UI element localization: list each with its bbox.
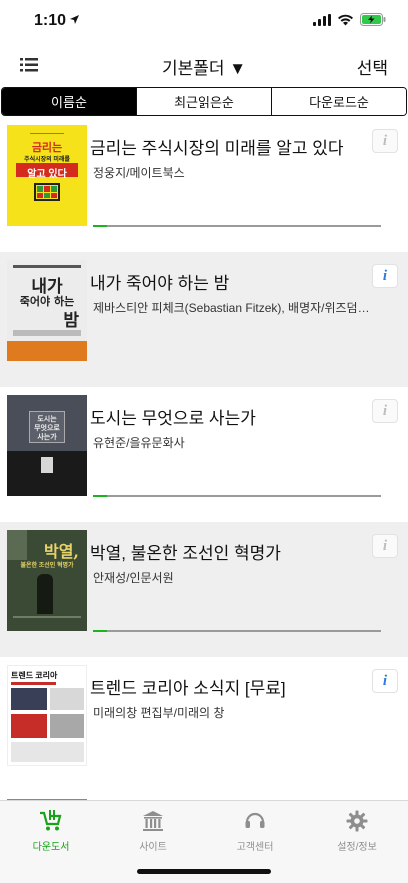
book-list-item[interactable]: 트렌드 코리아 트렌드 코리아 소식지 [무료] 미래의창 편집부/미래의 창 … — [0, 657, 408, 792]
home-indicator — [137, 869, 271, 874]
status-time: 1:10 — [34, 12, 67, 29]
tab-site[interactable]: 사이트 — [102, 809, 204, 853]
book-title: 박열, 불온한 조선인 혁명가 — [90, 544, 281, 563]
tab-downloaded-books[interactable]: 다운도서 — [0, 809, 102, 853]
reading-progress-bar — [93, 630, 381, 632]
book-cover: 트렌드 코리아 — [7, 665, 87, 766]
wifi-icon — [338, 14, 353, 25]
headset-icon — [245, 812, 265, 828]
book-list-item[interactable]: 박열, 불온한 조선인 혁명가 박열, 불온한 조선인 혁명가 안재성/인문서원… — [0, 522, 408, 657]
info-icon[interactable]: i — [372, 264, 398, 288]
info-icon[interactable]: i — [372, 129, 398, 153]
tab-label: 다운도서 — [32, 842, 70, 853]
book-cover: 도시는 무엇으로 사는가 — [7, 395, 87, 496]
book-author: 유현준/을유문화사 — [93, 436, 185, 450]
tab-label: 사이트 — [139, 842, 167, 853]
cellular-signal-icon — [313, 13, 331, 26]
book-author: 정웅지/메이트북스 — [93, 166, 185, 180]
status-icons — [313, 13, 386, 26]
tab-customer-center[interactable]: 고객센터 — [204, 809, 306, 853]
book-author: 제바스티안 피체크(Sebastian Fitzek), 배명자/위즈덤하우스 — [93, 301, 378, 315]
reading-progress-bar — [93, 225, 381, 227]
book-title: 내가 죽어야 하는 밤 — [90, 274, 230, 293]
bank-building-icon — [143, 811, 163, 831]
book-author: 안재성/인문서원 — [93, 571, 174, 585]
select-button[interactable]: 선택 — [357, 54, 388, 79]
sort-tab-download[interactable]: 다운로드순 — [272, 88, 406, 115]
info-icon[interactable]: i — [372, 534, 398, 558]
sort-tab-name[interactable]: 이름순 — [2, 88, 137, 115]
book-cover: 내가 죽어야 하는 밤 — [7, 260, 87, 361]
book-cover: ━━━━━━━━━━━━━━ 금리는 주식시장의 미래를 알고 있다 — [7, 125, 87, 226]
folder-dropdown[interactable]: 기본폴더 ▼ — [0, 54, 408, 79]
tab-settings[interactable]: 설정/정보 — [306, 809, 408, 853]
reading-progress-bar — [93, 495, 381, 497]
book-list-item[interactable]: 도시는 무엇으로 사는가 도시는 무엇으로 사는가 유현준/을유문화사 i — [0, 387, 408, 522]
gear-icon — [346, 810, 368, 832]
download-cart-icon — [40, 810, 62, 831]
battery-charging-icon — [360, 13, 386, 26]
book-list: ━━━━━━━━━━━━━━ 금리는 주식시장의 미래를 알고 있다 금리는 주… — [0, 117, 408, 800]
book-title: 트렌드 코리아 소식지 [무료] — [90, 679, 286, 698]
book-author: 미래의창 편집부/미래의 창 — [93, 706, 225, 720]
tab-label: 고객센터 — [236, 842, 274, 853]
book-title: 도시는 무엇으로 사는가 — [90, 409, 256, 428]
book-cover: 박열, 불온한 조선인 혁명가 — [7, 530, 87, 631]
info-icon[interactable]: i — [372, 669, 398, 693]
header: 기본폴더 ▼ 선택 — [0, 44, 408, 86]
book-title: 금리는 주식시장의 미래를 알고 있다 — [90, 139, 344, 158]
info-icon[interactable]: i — [372, 399, 398, 423]
book-list-item[interactable]: ━━━━━━━━━━━━━━ 금리는 주식시장의 미래를 알고 있다 금리는 주… — [0, 117, 408, 252]
location-arrow-icon — [70, 15, 79, 24]
status-bar: 1:10 — [0, 0, 408, 44]
book-list-item[interactable]: 내가 죽어야 하는 밤 내가 죽어야 하는 밤 제바스티안 피체크(Sebast… — [0, 252, 408, 387]
sort-tab-recent-read[interactable]: 최근읽은순 — [137, 88, 272, 115]
sort-segmented-control: 이름순 최근읽은순 다운로드순 — [1, 87, 407, 116]
tab-label: 설정/정보 — [337, 842, 377, 853]
